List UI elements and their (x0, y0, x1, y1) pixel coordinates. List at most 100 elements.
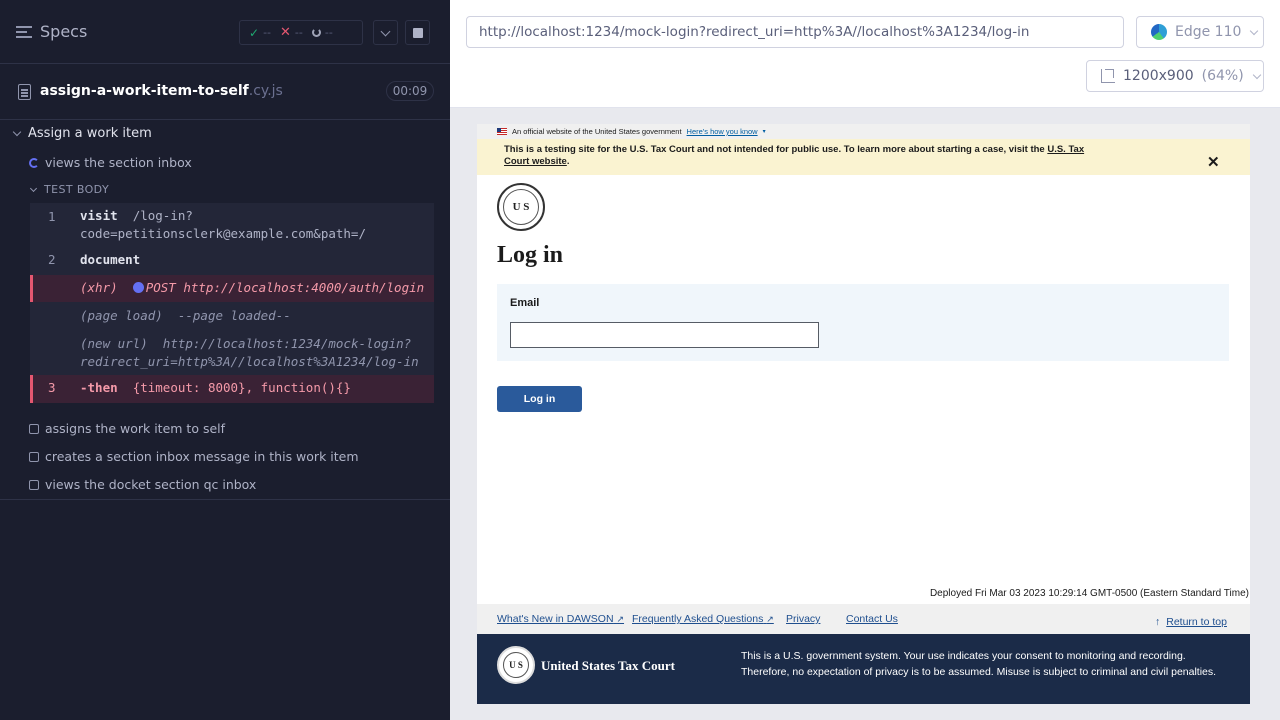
edge-icon (1151, 24, 1167, 40)
test-title: creates a section inbox message in this … (45, 449, 359, 464)
divider (0, 499, 450, 500)
command-number: 3 (48, 380, 56, 395)
chevron-down-icon: ▾ (762, 129, 766, 135)
command-xhr[interactable]: (xhr) POST http://localhost:4000/auth/lo… (30, 275, 434, 302)
menu-icon (16, 25, 32, 38)
login-button[interactable]: Log in (497, 386, 582, 412)
suite-title[interactable]: Assign a work item (12, 126, 152, 141)
command-arg: code=petitionsclerk@example.com&path=/ (80, 226, 366, 241)
pending-icon (311, 28, 321, 37)
footer-link-whats-new[interactable]: What's New in DAWSON ↗ (497, 613, 624, 625)
command-text: -then {timeout: 8000}, function(){} (80, 380, 351, 395)
test-item-running[interactable]: views the section inbox (29, 155, 192, 170)
chevron-down-icon (12, 127, 22, 137)
command-then[interactable]: 3 -then {timeout: 8000}, function(){} (30, 375, 434, 403)
alert-text: This is a testing site for the U.S. Tax … (504, 144, 1045, 155)
command-number: 1 (48, 209, 56, 224)
test-item-pending[interactable]: creates a section inbox message in this … (29, 449, 359, 464)
how-you-know-link[interactable]: Here's how you know (687, 127, 758, 136)
seal-text: U S (512, 201, 530, 213)
chevron-down-icon (29, 184, 38, 192)
deployed-info: Deployed Fri Mar 03 2023 10:29:14 GMT-05… (929, 588, 1249, 599)
footer-link-contact[interactable]: Contact Us (846, 613, 898, 625)
command-arg: redirect_uri=http%3A//localhost%3A1234/l… (80, 354, 419, 369)
passed-count: -- (263, 26, 272, 39)
email-field[interactable] (510, 322, 819, 348)
test-title: views the section inbox (45, 155, 192, 170)
arrow-up-icon: ↑ (1155, 616, 1161, 628)
return-to-top-link[interactable]: ↑ Return to top (1155, 616, 1227, 628)
test-stats: ✓ -- ✕ -- -- (239, 20, 363, 45)
command-number: 2 (48, 252, 56, 267)
stop-button[interactable] (405, 20, 430, 45)
test-body-header[interactable]: TEST BODY (29, 183, 110, 196)
command-text: (xhr) POST http://localhost:4000/auth/lo… (80, 280, 425, 295)
url-bar[interactable]: http://localhost:1234/mock-login?redirec… (466, 16, 1124, 48)
footer-link-privacy[interactable]: Privacy (786, 613, 820, 625)
close-icon[interactable]: ✕ (1207, 155, 1220, 170)
test-title: views the docket section qc inbox (45, 477, 257, 492)
alert-text-end: . (566, 156, 570, 167)
pending-icon (29, 451, 39, 462)
command-text: (new url) http://localhost:1234/mock-log… (80, 336, 412, 351)
pending-icon (29, 423, 39, 434)
pending-stat: -- (311, 26, 333, 39)
check-icon: ✓ (249, 25, 260, 40)
aut-header: http://localhost:1234/mock-login?redirec… (450, 0, 1280, 108)
pending-icon (29, 479, 39, 490)
xhr-status-icon (132, 282, 144, 293)
cypress-reporter: Specs ✓ -- ✕ -- -- assign-a-work-item-to… (0, 0, 450, 720)
test-body-label: TEST BODY (44, 183, 110, 196)
command-page-load[interactable]: (page load) --page loaded-- (30, 302, 434, 330)
aut-iframe: An official website of the United States… (477, 124, 1250, 704)
file-icon (18, 84, 31, 100)
failed-count: -- (294, 26, 303, 39)
external-link-icon: ↗ (766, 614, 774, 624)
chevron-down-icon (1252, 70, 1261, 79)
viewport-scale: (64%) (1201, 68, 1244, 84)
command-text: document (80, 252, 141, 267)
email-label: Email (510, 297, 540, 309)
login-form: Email (497, 284, 1229, 361)
command-text: visit /log-in? (80, 208, 193, 223)
spec-duration: 00:09 (386, 81, 434, 101)
court-seal-logo: U S (497, 646, 535, 684)
spec-file-name: assign-a-work-item-to-self.cy.js (40, 83, 283, 99)
court-seal-logo[interactable]: U S (497, 183, 545, 231)
command-new-url[interactable]: (new url) http://localhost:1234/mock-log… (30, 330, 434, 375)
testing-site-alert: This is a testing site for the U.S. Tax … (477, 139, 1250, 175)
reporter-header: Specs ✓ -- ✕ -- -- (0, 0, 450, 64)
command-document[interactable]: 2 document (30, 247, 434, 275)
test-title: assigns the work item to self (45, 421, 226, 436)
spec-file-row[interactable]: assign-a-work-item-to-self.cy.js 00:09 (0, 64, 450, 120)
footer-link-faq[interactable]: Frequently Asked Questions ↗ (632, 613, 774, 625)
test-item-pending[interactable]: views the docket section qc inbox (29, 477, 256, 492)
failed-stat: ✕ -- (280, 25, 303, 40)
passed-stat: ✓ -- (249, 26, 271, 40)
test-item-pending[interactable]: assigns the work item to self (29, 421, 225, 436)
chevron-down-icon (380, 26, 391, 36)
suite-title-text: Assign a work item (28, 126, 152, 141)
command-visit[interactable]: 1 visit /log-in? code=petitionsclerk@exa… (30, 203, 434, 247)
chevron-down-icon (1250, 26, 1259, 35)
browser-select-button[interactable]: Edge 110 (1136, 16, 1264, 48)
specs-label: Specs (40, 22, 88, 41)
page-title: Log in (497, 242, 564, 268)
command-text: (page load) --page loaded-- (80, 308, 291, 323)
spinner-icon (29, 157, 39, 168)
gov-system-notice: This is a U.S. government system. Your u… (741, 650, 1217, 678)
pending-count: -- (324, 26, 333, 39)
ruler-icon (1101, 69, 1115, 83)
footer-dark: U S United States Tax Court This is a U.… (477, 634, 1250, 704)
gov-banner: An official website of the United States… (477, 124, 1250, 139)
viewport-button[interactable]: 1200x900 (64%) (1086, 60, 1264, 92)
collapse-toggle-button[interactable] (373, 20, 398, 45)
x-icon: ✕ (280, 25, 291, 40)
specs-toggle-button[interactable]: Specs (16, 22, 87, 41)
flag-icon (497, 128, 507, 135)
footer-links: What's New in DAWSON ↗ Frequently Asked … (477, 604, 1250, 634)
viewport-size: 1200x900 (1123, 68, 1194, 84)
app-under-test-panel: http://localhost:1234/mock-login?redirec… (450, 0, 1280, 720)
court-name: United States Tax Court (541, 658, 675, 673)
external-link-icon: ↗ (616, 614, 625, 624)
